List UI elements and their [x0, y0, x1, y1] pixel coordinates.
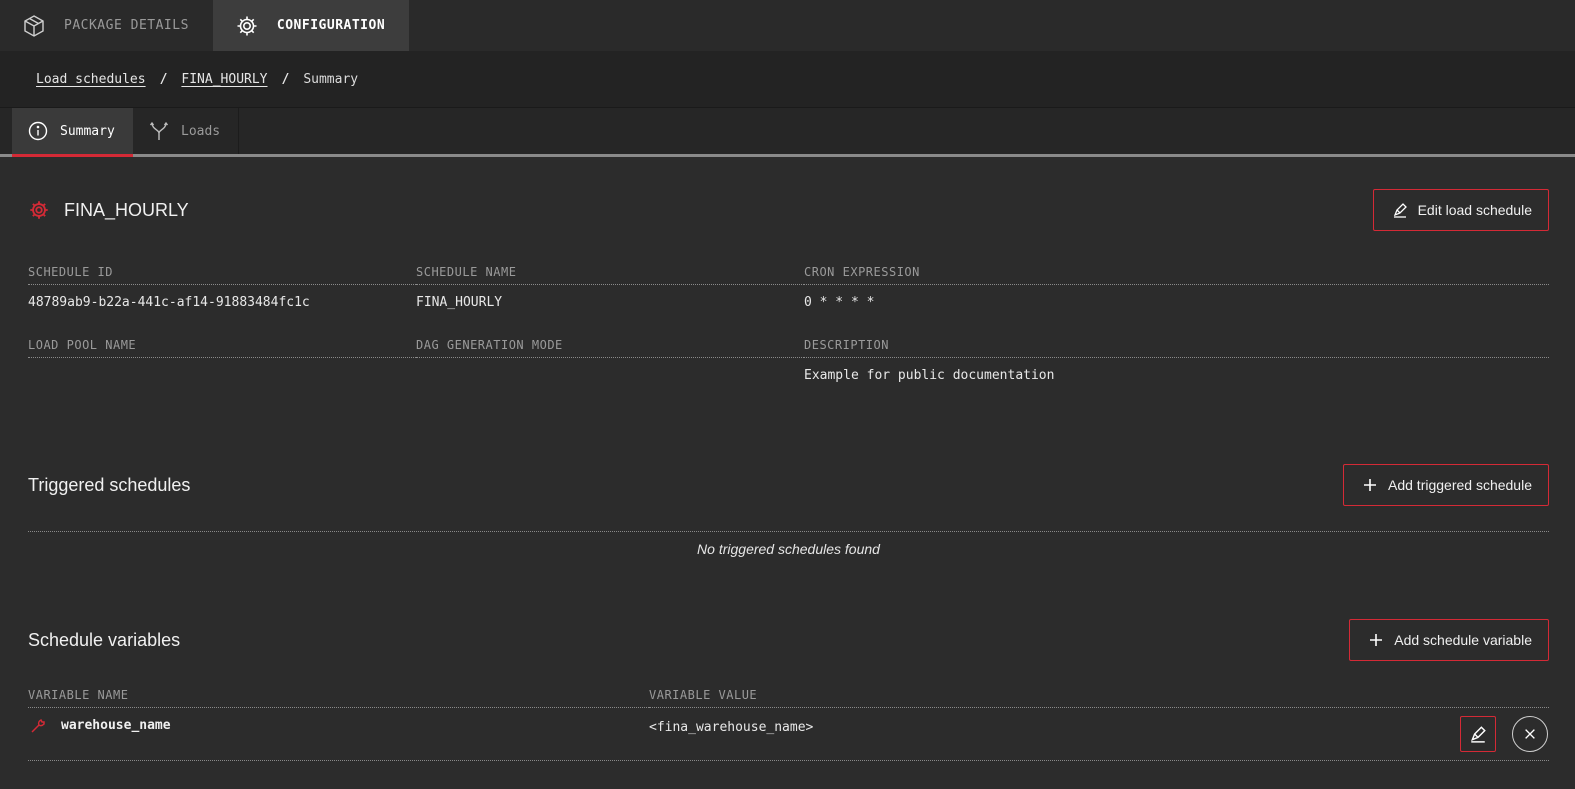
field-value: Example for public documentation: [804, 368, 1055, 383]
field-schedule-name: SCHEDULE NAME FINA_HOURLY: [416, 265, 804, 310]
pen-icon: [1393, 203, 1407, 218]
edit-load-schedule-button[interactable]: Edit load schedule: [1372, 189, 1549, 231]
column-label: VARIABLE NAME: [28, 688, 649, 708]
tab-summary[interactable]: Summary: [12, 108, 133, 157]
add-triggered-schedule-button[interactable]: Add triggered schedule: [1343, 464, 1549, 506]
field-value: 0 * * * *: [804, 295, 875, 310]
field-value: FINA_HOURLY: [416, 295, 503, 310]
pen-icon: [1471, 726, 1486, 743]
breadcrumb-fina-hourly[interactable]: FINA_HOURLY: [181, 72, 267, 87]
field-label: SCHEDULE NAME: [416, 265, 804, 285]
table-row: warehouse_name <fina_warehouse_name>: [28, 709, 1549, 761]
wrench-icon: [31, 718, 45, 733]
edit-load-schedule-label: Edit load schedule: [1417, 202, 1532, 218]
package-icon: [24, 14, 44, 37]
field-load-pool-name: LOAD POOL NAME: [28, 338, 416, 368]
tab-summary-label: Summary: [60, 123, 115, 139]
variable-value: <fina_warehouse_name>: [649, 720, 814, 735]
field-label: LOAD POOL NAME: [28, 338, 416, 358]
sub-tabs: Summary Loads: [0, 108, 1575, 157]
delete-variable-button[interactable]: [1512, 716, 1548, 752]
field-label: DAG GENERATION MODE: [416, 338, 804, 358]
add-schedule-variable-label: Add schedule variable: [1394, 632, 1532, 648]
info-icon: [28, 121, 48, 141]
field-cron-expression: CRON EXPRESSION 0 * * * *: [804, 265, 1549, 310]
column-header-variable-value: VARIABLE VALUE: [649, 688, 1549, 708]
merge-icon: [149, 121, 169, 140]
plus-icon: [1364, 479, 1376, 491]
add-triggered-schedule-label: Add triggered schedule: [1388, 477, 1532, 493]
breadcrumb-current: Summary: [303, 71, 359, 87]
field-label: CRON EXPRESSION: [804, 265, 1549, 285]
tab-configuration-label: CONFIGURATION: [276, 18, 386, 33]
tab-configuration[interactable]: CONFIGURATION: [212, 0, 410, 51]
variable-name: warehouse_name: [61, 718, 171, 733]
schedule-header: FINA_HOURLY Edit load schedule: [28, 189, 1549, 231]
schedule-variables-title: Schedule variables: [28, 630, 181, 650]
column-header-variable-name: VARIABLE NAME: [28, 688, 649, 708]
breadcrumb: Load schedules / FINA_HOURLY / Summary: [0, 51, 1575, 108]
top-nav: PACKAGE DETAILS CONFIGURATION: [0, 0, 1575, 51]
field-dag-generation-mode: DAG GENERATION MODE: [416, 338, 804, 368]
plus-icon: [1370, 634, 1383, 646]
triggered-schedules-title: Triggered schedules: [28, 475, 191, 495]
field-label: DESCRIPTION: [804, 338, 1549, 358]
edit-variable-button[interactable]: [1460, 716, 1496, 752]
breadcrumb-load-schedules[interactable]: Load schedules: [36, 72, 146, 87]
add-schedule-variable-button[interactable]: Add schedule variable: [1349, 619, 1549, 661]
field-schedule-id: SCHEDULE ID 48789ab9-b22a-441c-af14-9188…: [28, 265, 416, 310]
divider: [28, 531, 1549, 532]
field-label: SCHEDULE ID: [28, 265, 416, 285]
gear-icon: [30, 201, 48, 219]
close-icon: [1525, 729, 1535, 739]
tab-package-details-label: PACKAGE DETAILS: [64, 18, 189, 33]
field-description: DESCRIPTION Example for public documenta…: [804, 338, 1549, 383]
tab-package-details[interactable]: PACKAGE DETAILS: [0, 0, 213, 51]
breadcrumb-separator: /: [159, 71, 168, 87]
column-label: VARIABLE VALUE: [649, 688, 1549, 708]
tab-loads-label: Loads: [181, 123, 221, 139]
page-title: FINA_HOURLY: [64, 200, 189, 220]
empty-message: No triggered schedules found: [697, 541, 880, 557]
field-value: 48789ab9-b22a-441c-af14-91883484fc1c: [28, 295, 310, 310]
breadcrumb-separator: /: [281, 71, 290, 87]
tab-loads[interactable]: Loads: [133, 108, 239, 154]
gear-icon: [237, 16, 257, 35]
